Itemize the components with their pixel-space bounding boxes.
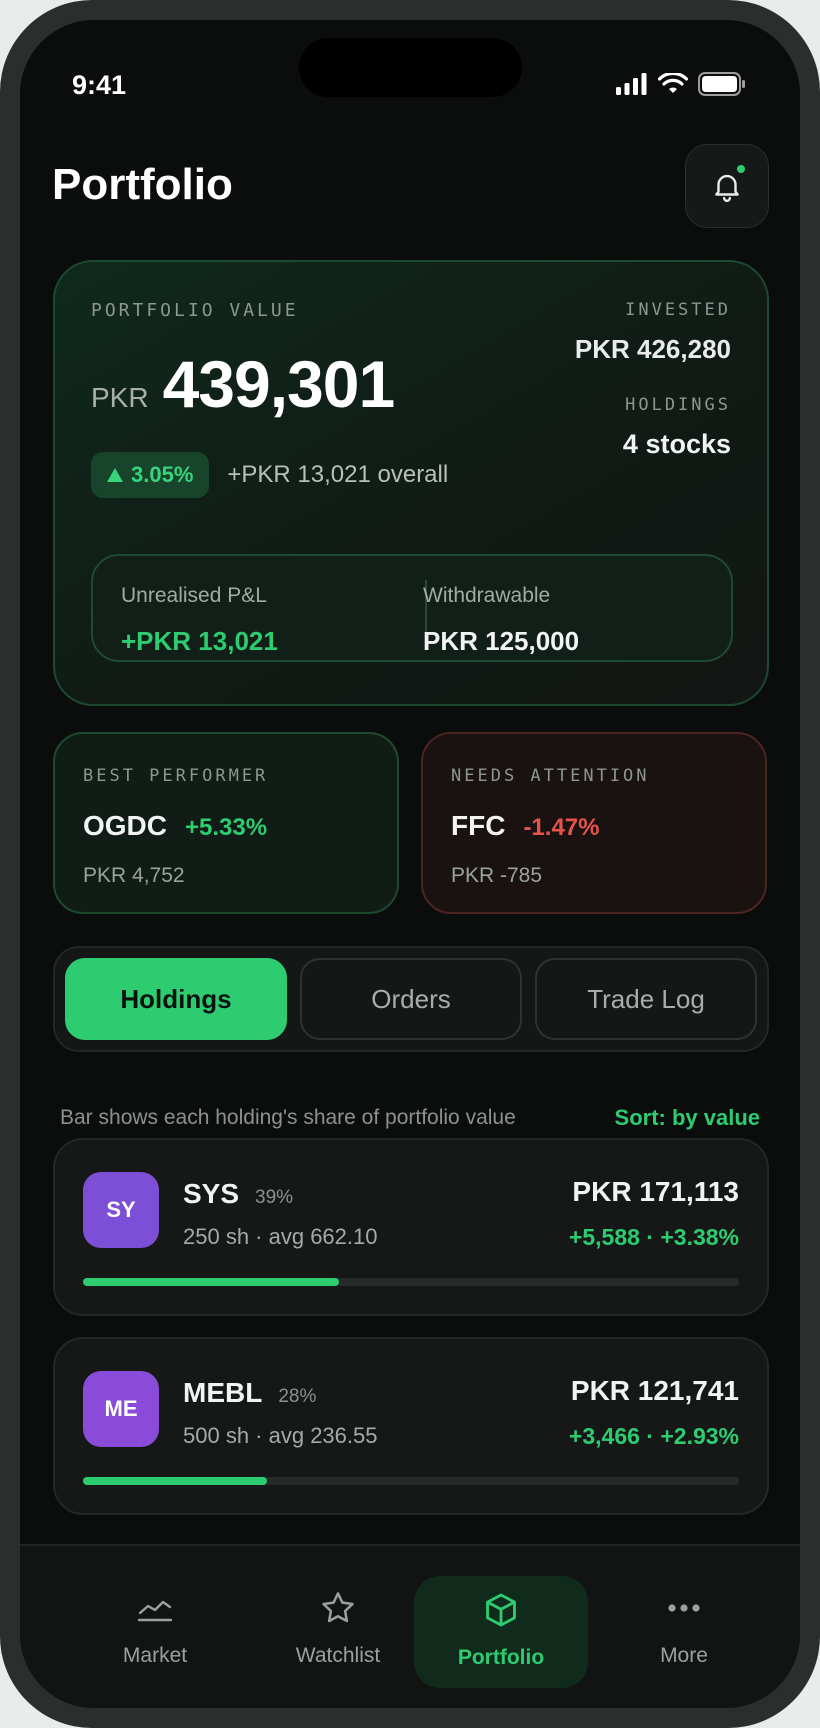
holding-change: +3,466 · +2.93% (568, 1423, 739, 1449)
holding-row[interactable]: ME MEBL 28% 500 sh · avg 236.55 PKR 121,… (53, 1337, 769, 1515)
pnl-summary-box: Unrealised P&L +PKR 13,021 Withdrawable … (91, 554, 733, 662)
nav-watchlist-label: Watchlist (295, 1644, 381, 1667)
best-performer-symbol: OGDC (83, 810, 167, 841)
list-hint: Bar shows each holding's share of portfo… (60, 1106, 516, 1129)
withdrawable: Withdrawable PKR 125,000 (423, 584, 579, 657)
unrealised-value: +PKR 13,021 (121, 626, 278, 656)
portfolio-summary-card: PORTFOLIO VALUE PKR 439,301 3.05% +PKR 1… (53, 260, 769, 706)
holding-share: 39% (255, 1187, 294, 1208)
tab-holdings[interactable]: Holdings (65, 958, 287, 1040)
holding-detail: 500 sh · avg 236.55 (183, 1423, 378, 1448)
invested-label: INVESTED (625, 300, 731, 320)
share-bar-track (83, 1477, 739, 1485)
withdrawable-label: Withdrawable (423, 584, 551, 607)
holding-row[interactable]: SY SYS 39% 250 sh · avg 662.10 PKR 171,1… (53, 1138, 769, 1316)
tab-orders[interactable]: Orders (300, 958, 522, 1040)
withdrawable-value: PKR 125,000 (423, 626, 580, 656)
needs-attention-amount: PKR -785 (451, 864, 543, 887)
portfolio-amount: 439,301 (162, 347, 396, 421)
signal-icon (616, 73, 647, 95)
tab-trade-log[interactable]: Trade Log (535, 958, 757, 1040)
holding-change: +5,588 · +3.38% (568, 1224, 739, 1250)
change-percent: 3.05% (131, 462, 194, 487)
nav-watchlist[interactable]: Watchlist (251, 1586, 425, 1696)
more-dots-icon (668, 1604, 700, 1612)
notification-dot (735, 163, 747, 175)
cube-icon (486, 1593, 516, 1627)
dynamic-island (299, 38, 522, 97)
best-performer-card[interactable]: BEST PERFORMER OGDC +5.33% PKR 4,752 (53, 732, 399, 914)
holding-value: PKR 171,113 (572, 1176, 739, 1207)
status-icons (616, 72, 746, 96)
holding-avatar: SY (83, 1172, 159, 1248)
best-performer-change: +5.33% (185, 814, 268, 841)
share-bar-fill (83, 1278, 339, 1286)
notifications-button[interactable] (685, 144, 769, 228)
unrealised-pnl: Unrealised P&L +PKR 13,021 (121, 584, 278, 657)
overall-change: +PKR 13,021 overall (227, 461, 449, 488)
holding-title: SYS 39% (183, 1178, 293, 1210)
market-chart-icon (137, 1600, 173, 1622)
holding-avatar: ME (83, 1371, 159, 1447)
holding-title: MEBL 28% (183, 1377, 316, 1409)
holdings-count-value: 4 stocks (622, 429, 731, 459)
status-time: 9:41 (72, 70, 127, 100)
bottom-tab-bar: Market Watchlist Portfolio More (20, 1544, 800, 1708)
best-performer-row: OGDC +5.33% (83, 810, 267, 842)
app-screen: 9:41 Portfolio PORTFOLIO VALUE PKR 439,3… (20, 20, 800, 1708)
needs-attention-change: -1.47% (523, 814, 600, 841)
needs-attention-card[interactable]: NEEDS ATTENTION FFC -1.47% PKR -785 (421, 732, 767, 914)
portfolio-value-label: PORTFOLIO VALUE (91, 300, 299, 321)
share-bar-track (83, 1278, 739, 1286)
portfolio-value: PKR 439,301 (91, 346, 396, 422)
up-triangle-icon (107, 468, 123, 482)
holdings-count-label: HOLDINGS (625, 395, 731, 415)
page-title: Portfolio (52, 160, 233, 209)
sort-button[interactable]: Sort: by value (615, 1105, 760, 1131)
device-frame: 9:41 Portfolio PORTFOLIO VALUE PKR 439,3… (0, 0, 820, 1728)
star-icon (322, 1592, 354, 1623)
nav-more[interactable]: More (597, 1586, 771, 1696)
nav-portfolio[interactable]: Portfolio (414, 1576, 588, 1688)
holding-share: 28% (278, 1386, 317, 1407)
invested-value: PKR 426,280 (574, 334, 731, 364)
unrealised-label: Unrealised P&L (121, 584, 267, 607)
portfolio-currency: PKR (91, 382, 149, 413)
wifi-icon (658, 73, 688, 93)
portfolio-side-stats: INVESTED PKR 426,280 HOLDINGS 4 stocks (575, 300, 731, 460)
change-pill: 3.05% (91, 452, 210, 498)
needs-attention-row: FFC -1.47% (451, 810, 599, 842)
holding-symbol: MEBL (183, 1377, 263, 1408)
portfolio-change-row: 3.05% +PKR 13,021 overall (91, 452, 448, 498)
share-bar-fill (83, 1477, 267, 1485)
holding-detail: 250 sh · avg 662.10 (183, 1224, 378, 1249)
best-performer-label: BEST PERFORMER (83, 766, 269, 786)
holding-symbol: SYS (183, 1178, 240, 1209)
best-performer-amount: PKR 4,752 (83, 864, 185, 887)
holding-value: PKR 121,741 (570, 1375, 739, 1406)
nav-portfolio-label: Portfolio (457, 1646, 545, 1669)
needs-attention-label: NEEDS ATTENTION (451, 766, 650, 786)
nav-market-label: Market (122, 1644, 188, 1667)
nav-market[interactable]: Market (68, 1586, 242, 1696)
segment-control: Holdings Orders Trade Log (53, 946, 769, 1052)
nav-more-label: More (660, 1644, 708, 1667)
battery-icon (698, 72, 745, 96)
needs-attention-symbol: FFC (451, 810, 506, 841)
